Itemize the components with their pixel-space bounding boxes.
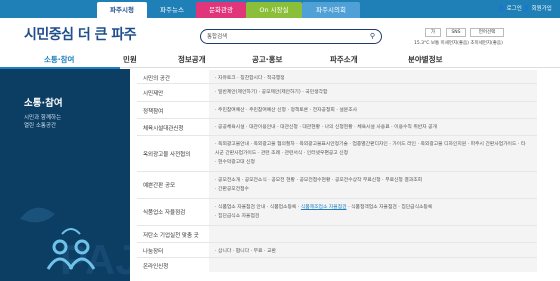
table-row: 시민제안 · 일반제안(제안하기) · 공모제안(제안하기) · 국민생각함 bbox=[137, 84, 537, 102]
nav-field-info[interactable]: 분야별정보 bbox=[408, 54, 443, 65]
nav-civil-complaint[interactable]: 민원 bbox=[123, 54, 137, 65]
dove-shape bbox=[20, 207, 55, 223]
table-row: 식품업소 자율점검 · 식품업소 자율점검 안내 · 식품업소등록 · 식품제조… bbox=[137, 199, 537, 226]
row-links[interactable]: · 주민참여예산 · 주민참여예산 신청 · 정책토론 · 전자공청회 · 설문… bbox=[209, 102, 537, 118]
row-links bbox=[209, 226, 537, 242]
tab-news[interactable]: 파주뉴스 bbox=[148, 2, 196, 18]
row-links-line[interactable]: · 식품업소 자율점검 안내 · 식품업소등록 · 식품제조업소 자율점검 · … bbox=[215, 203, 531, 212]
tab-culture-tour[interactable]: 문화관광 bbox=[196, 2, 246, 18]
row-links[interactable]: · 식품업소 자율점검 안내 · 식품업소등록 · 식품제조업소 자율점검 · … bbox=[209, 199, 537, 225]
table-row: 시민의 공간 · 자유토크 · 칭찬합시다 · 적극행정 bbox=[137, 70, 537, 84]
row-category[interactable]: 예쁜간판 공모 bbox=[137, 181, 209, 189]
row-category[interactable]: 식품업소 자율점검 bbox=[137, 208, 209, 216]
row-category[interactable]: 옥외광고물 사전협의 bbox=[137, 150, 209, 158]
sns-button[interactable]: SNS bbox=[446, 28, 466, 37]
table-row: 예쁜간판 공모 · 공모전소개 · 공모전소식 · 공모전 현황 · 공모전접수… bbox=[137, 172, 537, 199]
sidebar: 소통·참여 시민과 함께하는 열린 소통공간 PAJU bbox=[0, 69, 130, 281]
search-placeholder: 통합검색 bbox=[207, 34, 228, 40]
row-category[interactable]: 시민의 공간 bbox=[137, 74, 209, 82]
row-links[interactable]: · 삽니다 · 팝니다 · 무료 · 교환 bbox=[209, 243, 537, 257]
row-category[interactable]: 저탄소 기업실천 맞춤 곳 bbox=[137, 231, 209, 239]
row-links[interactable]: · 공공체육시설 · 대관이용안내 · 대관신청 · 대관현황 · 나의 신청현… bbox=[209, 119, 537, 135]
row-category[interactable]: 체육시설대관신청 bbox=[137, 124, 209, 132]
nav-notice-pr[interactable]: 공고·홍보 bbox=[252, 54, 282, 65]
row-links-line[interactable]: · 공모전소개 · 공모전소식 · 공모전 현황 · 공모전접수현황 · 공모전… bbox=[215, 176, 531, 185]
sitemap-table: 시민의 공간 · 자유토크 · 칭찬합시다 · 적극행정 시민제안 · 일반제안… bbox=[137, 70, 537, 272]
tab-city-hall[interactable]: 파주시청 bbox=[97, 2, 147, 18]
sidebar-illustration: PAJU bbox=[20, 207, 130, 281]
tab-mayor-office[interactable]: On 시장실 bbox=[246, 2, 302, 18]
table-row: 정책참여 · 주민참여예산 · 주민참여예산 신청 · 정책토론 · 전자공청회… bbox=[137, 102, 537, 119]
row-links bbox=[209, 258, 537, 272]
row-links-line[interactable]: · 현수막광고대 신청 bbox=[215, 158, 531, 167]
language-select[interactable]: 언어선택 bbox=[470, 28, 504, 37]
person-add-icon: 👤 bbox=[523, 6, 530, 12]
row-category[interactable]: 나눔장터 bbox=[137, 247, 209, 255]
table-row: 옥외광고물 사전협의 · 옥외광고물안내 · 옥외광고물 협의절차 · 옥외광고… bbox=[137, 136, 537, 172]
table-row: 나눔장터 · 삽니다 · 팝니다 · 무료 · 교환 bbox=[137, 243, 537, 258]
tab-city-council[interactable]: 파주시의회 bbox=[302, 2, 360, 18]
row-links[interactable]: · 옥외광고물안내 · 옥외광고물 협의절차 · 옥외광고물표시안정기술 · 업… bbox=[209, 136, 537, 171]
font-size-button[interactable]: 가 bbox=[425, 28, 441, 37]
watermark-letters: PAJU bbox=[60, 236, 130, 281]
row-links[interactable]: · 자유토크 · 칭찬합시다 · 적극행정 bbox=[209, 70, 537, 83]
row-category[interactable]: 시민제안 bbox=[137, 89, 209, 97]
table-row: 온라인신청 bbox=[137, 258, 537, 272]
logo-text: 시민중심 더 큰 파주 bbox=[24, 27, 137, 43]
join-label: 회원가입 bbox=[531, 6, 552, 12]
highlighted-link[interactable]: 식품제조업소 자율점검 bbox=[301, 205, 347, 210]
table-row: 체육시설대관신청 · 공공체육시설 · 대관이용안내 · 대관신청 · 대관현황… bbox=[137, 119, 537, 136]
row-links[interactable]: · 일반제안(제안하기) · 공모제안(제안하기) · 국민생각함 bbox=[209, 84, 537, 101]
search-icon[interactable]: ⚲ bbox=[370, 32, 375, 40]
main-nav: 소통·참여 민원 정보공개 공고·홍보 파주소개 분야별정보 bbox=[0, 50, 560, 68]
connect-arc bbox=[61, 228, 81, 235]
join-link[interactable]: 👤 회원가입 bbox=[523, 4, 552, 12]
table-row: 저탄소 기업실천 맞춤 곳 bbox=[137, 226, 537, 243]
login-label: 로그인 bbox=[506, 6, 522, 12]
row-links-line[interactable]: · 집단급식소 자율점검 bbox=[215, 212, 531, 221]
weather-info: 15.3°C 보통 미세먼지(좋음) 초미세먼지(좋음) bbox=[414, 41, 503, 46]
search-input[interactable]: 통합검색 ⚲ bbox=[200, 29, 382, 44]
nav-info-disclosure[interactable]: 정보공개 bbox=[178, 54, 206, 65]
row-links-line[interactable]: · 옥외광고물안내 · 옥외광고물 협의절차 · 옥외광고물표시안정기술 · 업… bbox=[215, 140, 531, 158]
nav-about-paju[interactable]: 파주소개 bbox=[330, 54, 358, 65]
user-icon: 👤 bbox=[498, 6, 505, 12]
site-logo[interactable]: 시민중심 더 큰 파주 bbox=[24, 24, 137, 44]
row-category[interactable]: 온라인신청 bbox=[137, 262, 209, 270]
row-links[interactable]: · 공모전소개 · 공모전소식 · 공모전 현황 · 공모전접수현황 · 공모전… bbox=[209, 172, 537, 198]
row-links-line[interactable]: · 간판공모전접수 bbox=[215, 185, 531, 194]
nav-communication[interactable]: 소통·참여 bbox=[44, 54, 74, 65]
login-link[interactable]: 👤 로그인 bbox=[498, 4, 522, 12]
row-category[interactable]: 정책참여 bbox=[137, 107, 209, 115]
